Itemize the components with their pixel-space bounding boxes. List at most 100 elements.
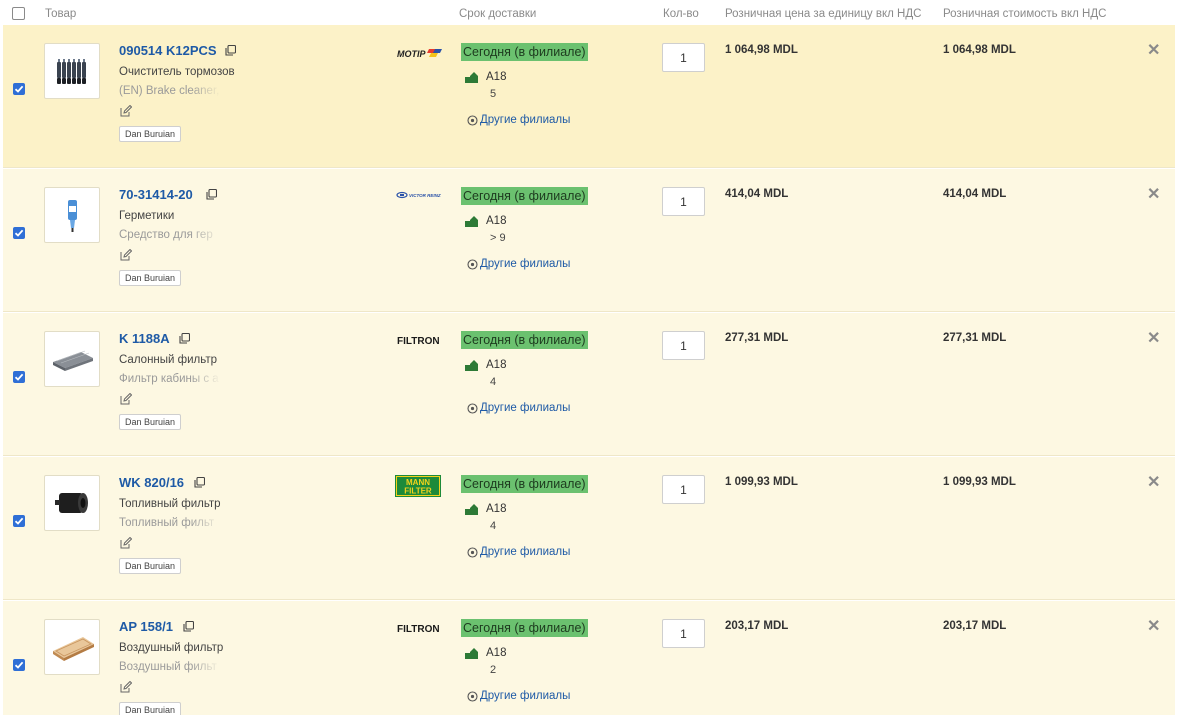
edit-icon[interactable] [120, 681, 132, 693]
delivery-status: Сегодня (в филиале) [461, 619, 588, 637]
copy-icon[interactable] [225, 45, 236, 56]
branches-icon [467, 115, 478, 126]
user-badge: Dan Buruian [119, 270, 182, 286]
air-filter-icon[interactable] [44, 619, 100, 675]
stock-location: A18 [486, 503, 507, 515]
copy-icon[interactable] [206, 189, 217, 200]
delivery-status: Сегодня (в филиале) [461, 331, 588, 349]
edit-icon[interactable] [120, 393, 132, 405]
product-name: Салонный фильтр [119, 354, 218, 366]
branches-icon [467, 259, 478, 270]
fuel-filter-icon[interactable] [44, 475, 100, 531]
total-price: 1 099,93 MDL [943, 476, 1016, 488]
user-badge: Dan Buruian [119, 702, 182, 715]
total-price: 1 064,98 MDL [943, 44, 1016, 56]
svg-text:FILTER: FILTER [404, 487, 432, 496]
cart-row: 090514 K12PCS Очиститель тормозов (EN) B… [3, 25, 1175, 168]
copy-icon[interactable] [179, 333, 190, 344]
svg-text:FILTRON: FILTRON [397, 336, 440, 347]
row-checkbox[interactable] [13, 371, 25, 383]
motip-logo: MOTIP [397, 49, 442, 59]
branches-icon [467, 691, 478, 702]
quantity-input[interactable] [662, 43, 705, 72]
table-header: Товар Срок доставки Кол-во Розничная цен… [0, 0, 1200, 28]
user-badge: Dan Buruian [119, 414, 182, 430]
filtron-logo: FILTRON [397, 336, 440, 347]
other-branches-link[interactable]: Другие филиалы [480, 258, 570, 270]
header-product: Товар [45, 8, 77, 20]
svg-text:FILTRON: FILTRON [397, 624, 440, 635]
unit-price: 1 064,98 MDL [725, 44, 798, 56]
branches-icon [467, 403, 478, 414]
branches-icon [467, 547, 478, 558]
row-checkbox[interactable] [13, 227, 25, 239]
cart-row: AP 158/1 Воздушный фильтр Воздушный филь… [3, 601, 1175, 715]
delivery-status: Сегодня (в филиале) [461, 43, 588, 61]
spray-cans-icon[interactable] [44, 43, 100, 99]
product-code-link[interactable]: K 1188A [119, 331, 170, 346]
svg-text:VICTOR REINZ: VICTOR REINZ [409, 193, 441, 198]
stock-location: A18 [486, 647, 507, 659]
other-branches-link[interactable]: Другие филиалы [480, 402, 570, 414]
cart-row: 70-31414-20 Герметики Средство для гер D… [3, 169, 1175, 312]
warehouse-icon [465, 360, 478, 371]
header-total-price: Розничная стоимость вкл НДС [943, 8, 1107, 20]
svg-text:MOTIP: MOTIP [397, 49, 426, 59]
unit-price: 414,04 MDL [725, 188, 789, 200]
product-code-link[interactable]: WK 820/16 [119, 475, 184, 490]
mann-filter-logo: MANN FILTER [395, 475, 441, 497]
remove-icon[interactable]: ✕ [1147, 472, 1160, 492]
product-name: Топливный фильтр [119, 498, 221, 510]
product-code-link[interactable]: 70-31414-20 [119, 187, 193, 202]
unit-price: 203,17 MDL [725, 620, 789, 632]
quantity-input[interactable] [662, 475, 705, 504]
stock-quantity: > 9 [490, 232, 506, 244]
edit-icon[interactable] [120, 249, 132, 261]
sealant-tube-icon[interactable] [44, 187, 100, 243]
product-code-link[interactable]: 090514 K12PCS [119, 43, 217, 58]
stock-quantity: 5 [490, 88, 497, 100]
cabin-filter-icon[interactable] [44, 331, 100, 387]
remove-icon[interactable]: ✕ [1147, 40, 1160, 60]
remove-icon[interactable]: ✕ [1147, 616, 1160, 636]
quantity-input[interactable] [662, 619, 705, 648]
filtron-logo: FILTRON [397, 624, 440, 635]
quantity-input[interactable] [662, 187, 705, 216]
header-delivery: Срок доставки [459, 8, 537, 20]
user-badge: Dan Buruian [119, 558, 182, 574]
other-branches-link[interactable]: Другие филиалы [480, 546, 570, 558]
victor-reinz-logo: VICTOR REINZ [396, 191, 441, 199]
delivery-status: Сегодня (в филиале) [461, 187, 588, 205]
product-code-link[interactable]: AP 158/1 [119, 619, 173, 634]
stock-quantity: 4 [490, 520, 497, 532]
product-description: Фильтр кабины с а [119, 373, 219, 385]
remove-icon[interactable]: ✕ [1147, 328, 1160, 348]
product-description: Воздушный фильт [119, 661, 217, 673]
quantity-input[interactable] [662, 331, 705, 360]
product-name: Воздушный фильтр [119, 642, 224, 654]
cart-row: K 1188A Салонный фильтр Фильтр кабины с … [3, 313, 1175, 456]
stock-quantity: 4 [490, 376, 497, 388]
row-checkbox[interactable] [13, 515, 25, 527]
copy-icon[interactable] [183, 621, 194, 632]
total-price: 277,31 MDL [943, 332, 1007, 344]
row-checkbox[interactable] [13, 659, 25, 671]
stock-quantity: 2 [490, 664, 497, 676]
stock-location: A18 [486, 215, 507, 227]
unit-price: 1 099,93 MDL [725, 476, 798, 488]
other-branches-link[interactable]: Другие филиалы [480, 114, 570, 126]
edit-icon[interactable] [120, 537, 132, 549]
row-checkbox[interactable] [13, 83, 25, 95]
select-all-checkbox[interactable] [12, 7, 25, 20]
delivery-status: Сегодня (в филиале) [461, 475, 588, 493]
other-branches-link[interactable]: Другие филиалы [480, 690, 570, 702]
header-qty: Кол-во [663, 8, 699, 20]
cart-row: WK 820/16 Топливный фильтр Топливный фил… [3, 457, 1175, 600]
edit-icon[interactable] [120, 105, 132, 117]
remove-icon[interactable]: ✕ [1147, 184, 1160, 204]
product-description: Средство для гер [119, 229, 213, 241]
warehouse-icon [465, 216, 478, 227]
copy-icon[interactable] [194, 477, 205, 488]
unit-price: 277,31 MDL [725, 332, 789, 344]
warehouse-icon [465, 648, 478, 659]
